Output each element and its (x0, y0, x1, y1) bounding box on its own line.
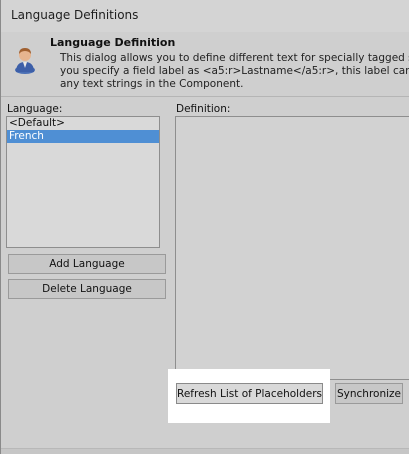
refresh-placeholders-button[interactable]: Refresh List of Placeholders (176, 383, 323, 404)
window-title: Language Definitions (11, 8, 139, 22)
dialog-header: Language Definition This dialog allows y… (1, 32, 409, 97)
title-bar[interactable]: Language Definitions (1, 0, 409, 32)
definition-textarea[interactable] (175, 116, 409, 380)
language-list[interactable]: <Default> French (6, 116, 160, 248)
header-description: This dialog allows you to define differe… (60, 52, 409, 90)
list-item-default[interactable]: <Default> (7, 117, 159, 130)
user-icon (15, 48, 35, 74)
header-title: Language Definition (50, 36, 176, 49)
bottom-separator (1, 448, 409, 454)
list-item-french[interactable]: French (7, 130, 159, 143)
language-label: Language: (7, 103, 63, 115)
delete-language-button[interactable]: Delete Language (8, 279, 166, 299)
add-language-button[interactable]: Add Language (8, 254, 166, 274)
synchronize-button[interactable]: Synchronize (335, 383, 403, 404)
definition-label: Definition: (176, 103, 231, 115)
language-definitions-dialog: Language Definitions Language Definition… (0, 0, 409, 454)
